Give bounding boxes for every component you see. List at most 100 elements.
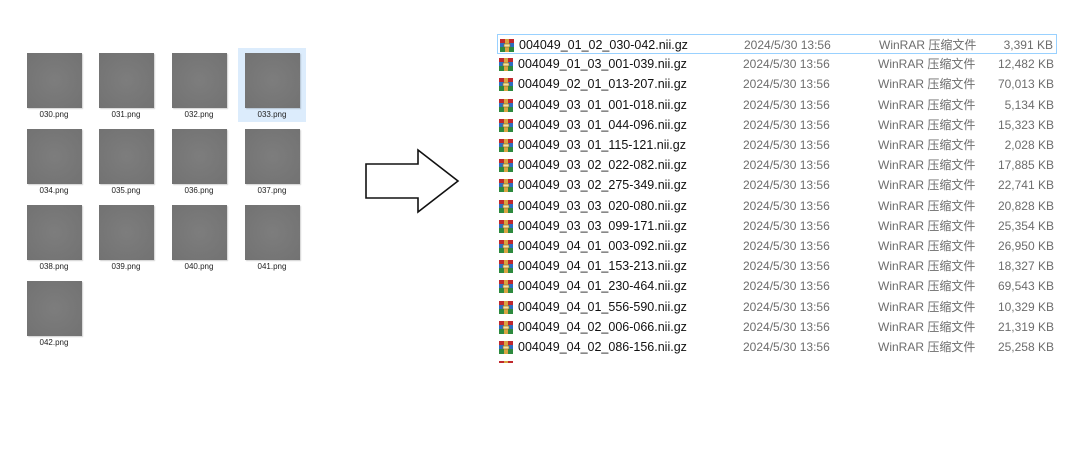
file-type: WinRAR 压缩文件 — [878, 97, 976, 112]
winrar-archive-icon — [499, 98, 513, 112]
winrar-archive-icon — [499, 118, 513, 132]
file-size: 21,319 KB — [997, 319, 1054, 334]
thumbnail-item[interactable]: 031.png — [92, 48, 160, 122]
thumbnail-item[interactable]: 035.png — [92, 124, 160, 198]
file-name: 004049_04_01_003-092.nii.gz — [518, 239, 687, 253]
file-name: 004049_04_01_153-213.nii.gz — [518, 259, 687, 274]
file-type: WinRAR 压缩文件 — [878, 299, 976, 314]
thumbnail-item[interactable]: 041.png — [238, 200, 306, 274]
thumbnail-label: 033.png — [257, 110, 287, 119]
file-row[interactable]: 004049_04_02_006-066.nii.gz 2024/5/30 13:… — [497, 317, 1057, 337]
winrar-archive-icon — [499, 259, 513, 274]
file-row-partial — [497, 357, 1057, 364]
file-type: WinRAR 压缩文件 — [879, 38, 977, 52]
file-type: WinRAR 压缩文件 — [878, 57, 976, 72]
thumbnail-image — [27, 281, 82, 336]
file-type: WinRAR 压缩文件 — [878, 259, 976, 274]
winrar-archive-icon — [499, 279, 513, 294]
file-row[interactable]: 004049_03_03_020-080.nii.gz 2024/5/30 13:… — [497, 196, 1057, 216]
thumbnail-label: 036.png — [184, 186, 214, 195]
thumbnail-label: 030.png — [39, 110, 69, 119]
file-date-modified: 2024/5/30 13:56 — [743, 239, 830, 253]
thumbnail-item[interactable]: 039.png — [92, 200, 160, 274]
thumbnail-label: 032.png — [184, 110, 214, 119]
thumbnail-label: 039.png — [111, 262, 141, 271]
file-date-modified: 2024/5/30 13:56 — [743, 138, 830, 152]
file-size: 18,327 KB — [997, 259, 1054, 274]
thumbnail-item[interactable]: 030.png — [20, 48, 88, 122]
thumbnail-image — [172, 205, 227, 260]
file-size: 15,323 KB — [997, 117, 1054, 132]
file-type: WinRAR 压缩文件 — [878, 279, 976, 294]
file-row[interactable]: 004049_01_02_030-042.nii.gz 2024/5/30 13:… — [497, 34, 1057, 54]
thumbnail-image — [99, 205, 154, 260]
file-size: 25,354 KB — [997, 218, 1054, 233]
thumbnail-item[interactable]: 033.png — [238, 48, 306, 122]
file-size: 69,543 KB — [997, 279, 1054, 294]
thumbnail-label: 041.png — [257, 262, 287, 271]
file-name: 004049_03_01_001-018.nii.gz — [518, 97, 687, 112]
thumbnail-label: 042.png — [39, 338, 69, 347]
file-date-modified: 2024/5/30 13:56 — [743, 158, 830, 173]
winrar-archive-icon — [499, 138, 513, 152]
thumbnail-label: 034.png — [39, 186, 69, 195]
file-row[interactable]: 004049_01_03_001-039.nii.gz 2024/5/30 13:… — [497, 54, 1057, 74]
file-row[interactable]: 004049_03_01_115-121.nii.gz 2024/5/30 13:… — [497, 135, 1057, 155]
thumbnail-grid: 030.png 031.png 032.png 033.png 034.png 035.p… — [20, 48, 310, 358]
file-row[interactable]: 004049_04_01_556-590.nii.gz 2024/5/30 13:… — [497, 297, 1057, 317]
thumbnail-label: 040.png — [184, 262, 214, 271]
file-row[interactable]: 004049_04_01_153-213.nii.gz 2024/5/30 13:… — [497, 256, 1057, 276]
file-date-modified: 2024/5/30 13:56 — [743, 319, 830, 334]
file-name: 004049_03_02_022-082.nii.gz — [518, 158, 687, 173]
file-type: WinRAR 压缩文件 — [878, 239, 976, 253]
winrar-archive-icon — [499, 340, 513, 354]
thumbnail-item[interactable]: 038.png — [20, 200, 88, 274]
file-row[interactable]: 004049_02_01_013-207.nii.gz 2024/5/30 13:… — [497, 74, 1057, 94]
file-row[interactable]: 004049_03_03_099-171.nii.gz 2024/5/30 13:… — [497, 216, 1057, 236]
thumbnail-item[interactable]: 034.png — [20, 124, 88, 198]
file-row[interactable]: 004049_04_02_086-156.nii.gz 2024/5/30 13:… — [497, 337, 1057, 357]
winrar-archive-icon — [499, 219, 513, 233]
file-size: 10,329 KB — [997, 299, 1054, 314]
thumbnail-image — [27, 129, 82, 184]
file-name: 004049_04_02_086-156.nii.gz — [518, 340, 687, 354]
thumbnail-item[interactable]: 042.png — [20, 276, 88, 350]
file-size: 5,134 KB — [1004, 97, 1054, 112]
file-date-modified: 2024/5/30 13:56 — [743, 340, 830, 354]
file-date-modified: 2024/5/30 13:56 — [743, 57, 830, 72]
file-date-modified: 2024/5/30 13:56 — [743, 218, 830, 233]
file-size: 3,391 KB — [1003, 38, 1053, 52]
thumbnail-item[interactable]: 037.png — [238, 124, 306, 198]
file-row[interactable]: 004049_04_01_003-092.nii.gz 2024/5/30 13:… — [497, 236, 1057, 256]
winrar-archive-icon — [499, 178, 513, 193]
file-type: WinRAR 压缩文件 — [878, 178, 976, 193]
file-name: 004049_02_01_013-207.nii.gz — [518, 77, 687, 92]
file-date-modified: 2024/5/30 13:56 — [743, 198, 830, 213]
thumbnail-image — [27, 205, 82, 260]
winrar-archive-icon — [499, 300, 513, 314]
file-type: WinRAR 压缩文件 — [878, 77, 976, 92]
thumbnail-image — [27, 53, 82, 108]
file-row[interactable]: 004049_03_01_044-096.nii.gz 2024/5/30 13:… — [497, 115, 1057, 135]
thumbnail-label: 037.png — [257, 186, 287, 195]
thumbnail-item[interactable]: 036.png — [165, 124, 233, 198]
file-date-modified: 2024/5/30 13:56 — [743, 97, 830, 112]
winrar-archive-icon — [499, 57, 513, 72]
file-size: 22,741 KB — [997, 178, 1054, 193]
file-size: 70,013 KB — [997, 77, 1054, 92]
thumbnail-item[interactable]: 040.png — [165, 200, 233, 274]
file-row[interactable]: 004049_04_01_230-464.nii.gz 2024/5/30 13:… — [497, 276, 1057, 296]
file-row[interactable]: 004049_03_02_022-082.nii.gz 2024/5/30 13:… — [497, 155, 1057, 175]
thumbnail-item[interactable]: 032.png — [165, 48, 233, 122]
file-date-modified: 2024/5/30 13:56 — [743, 299, 830, 314]
file-list: 004049_01_02_030-042.nii.gz 2024/5/30 13:… — [497, 34, 1057, 366]
file-row[interactable]: 004049_03_01_001-018.nii.gz 2024/5/30 13:… — [497, 95, 1057, 115]
right-arrow-icon — [365, 148, 460, 214]
winrar-archive-icon — [499, 158, 513, 173]
thumbnail-image — [172, 129, 227, 184]
file-name: 004049_04_02_006-066.nii.gz — [518, 319, 687, 334]
thumbnail-label: 038.png — [39, 262, 69, 271]
thumbnail-image — [245, 53, 300, 108]
file-date-modified: 2024/5/30 13:56 — [743, 259, 830, 274]
file-row[interactable]: 004049_03_02_275-349.nii.gz 2024/5/30 13:… — [497, 175, 1057, 195]
